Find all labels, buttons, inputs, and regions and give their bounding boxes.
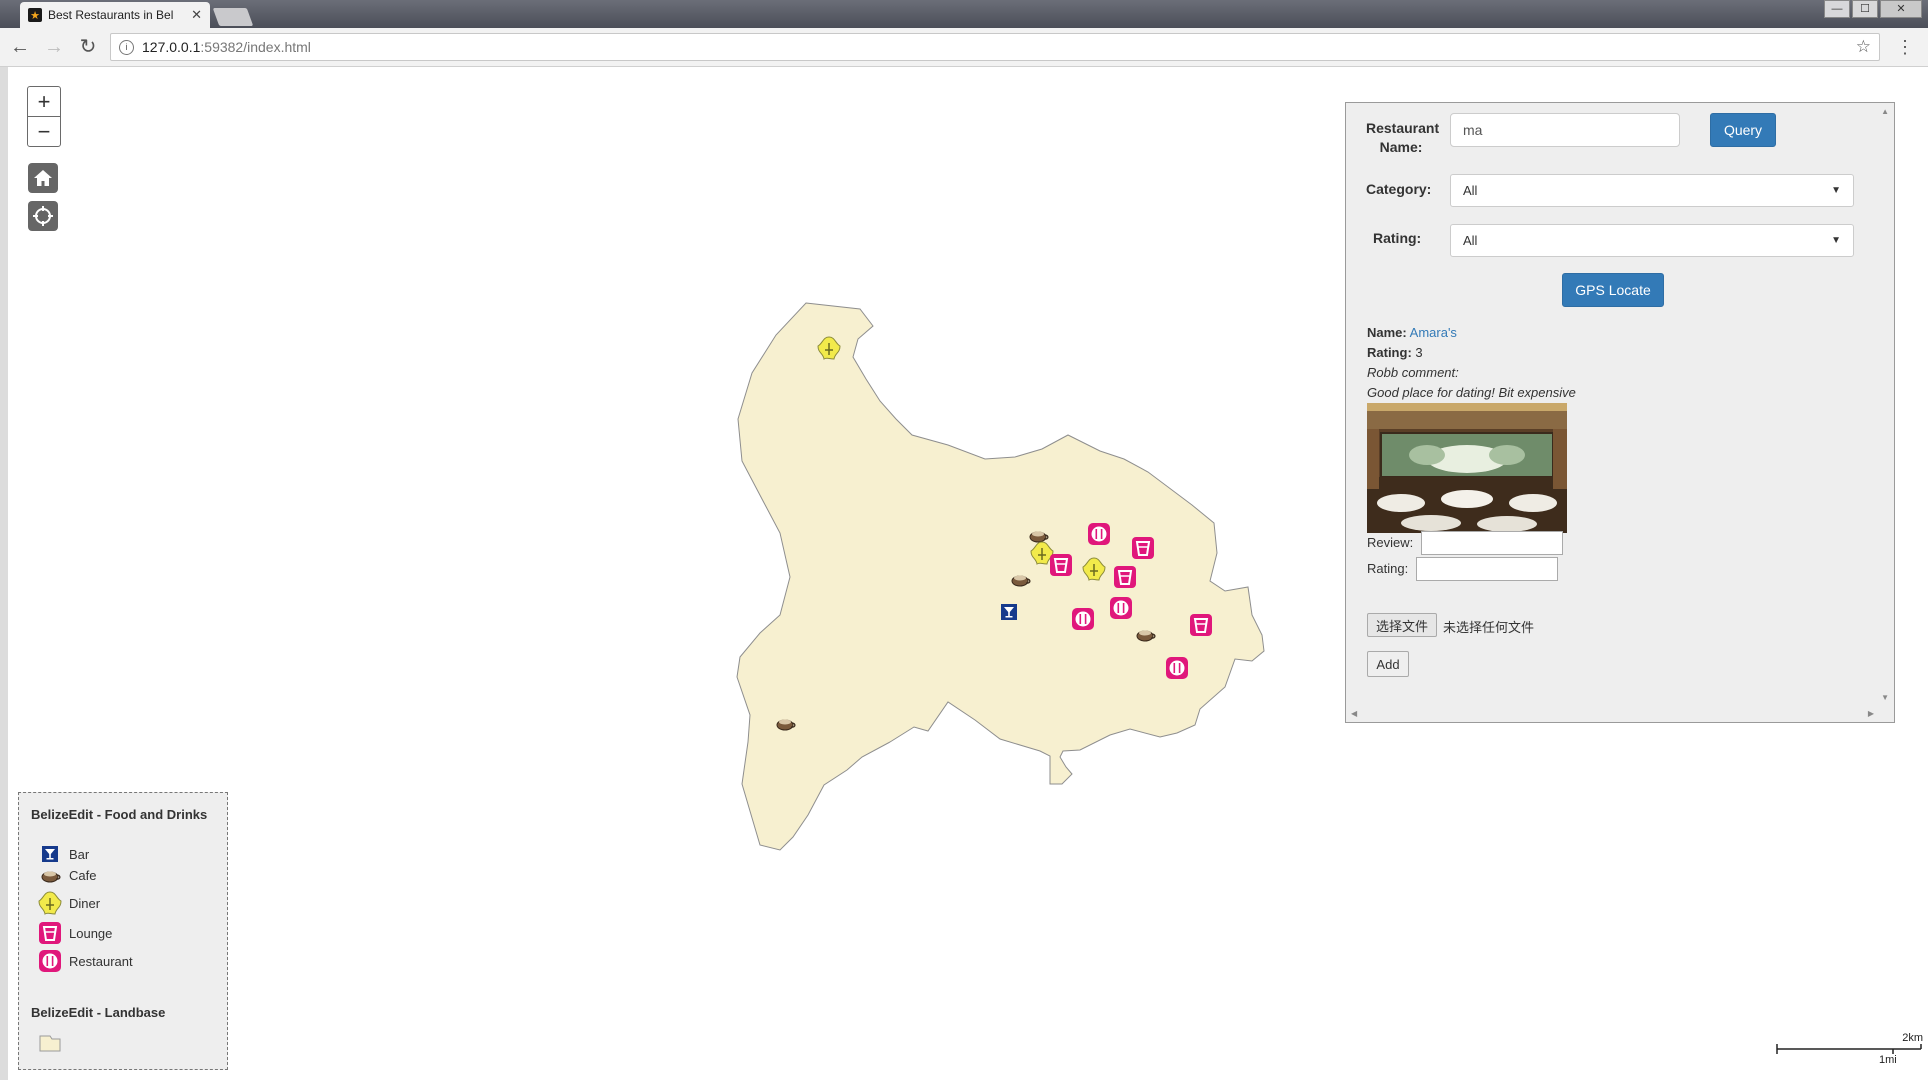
tab-close-icon[interactable]: ✕ — [191, 7, 202, 23]
cafe-pin[interactable] — [1136, 629, 1156, 642]
rating-label: Rating: — [1373, 230, 1422, 246]
diner-pin[interactable] — [1030, 541, 1054, 565]
result-name-link[interactable]: Amara's — [1410, 325, 1457, 340]
browser-tab[interactable]: ★ Best Restaurants in Bel ✕ — [20, 2, 210, 28]
scroll-down-icon[interactable]: ▼ — [1881, 693, 1889, 702]
lounge-pin[interactable] — [1049, 553, 1073, 577]
browser-titlebar: ★ Best Restaurants in Bel ✕ — ☐ ✕ — [0, 0, 1928, 28]
gps-locate-button[interactable]: GPS Locate — [1562, 273, 1664, 307]
browser-toolbar: ← → ↻ i 127.0.0.1 :59382/index.html ☆ ⋮ — [0, 28, 1928, 67]
choose-file-button[interactable]: 选择文件 — [1367, 613, 1438, 637]
result-comment-text: Good place for dating! Bit expensive — [1367, 385, 1576, 400]
legend-item-diner: Diner — [37, 891, 100, 915]
review-input[interactable] — [1421, 531, 1563, 555]
result-comment-author: Robb comment: — [1367, 365, 1459, 380]
minimize-button[interactable]: — — [1824, 0, 1850, 18]
restaurant-pin[interactable] — [1110, 597, 1132, 619]
reload-button[interactable]: ↻ — [74, 33, 102, 61]
restaurant-name-input[interactable] — [1450, 113, 1680, 147]
result-name: Name: Amara's — [1367, 325, 1457, 340]
back-button[interactable]: ← — [6, 33, 34, 61]
add-review-button[interactable]: Add — [1367, 651, 1409, 677]
scroll-up-icon[interactable]: ▲ — [1881, 107, 1889, 116]
scroll-right-icon[interactable]: ▶ — [1868, 709, 1874, 718]
result-rating: Rating: 3 — [1367, 345, 1423, 360]
rating-select[interactable]: All ▼ — [1450, 224, 1854, 257]
query-button[interactable]: Query — [1710, 113, 1776, 147]
maximize-button[interactable]: ☐ — [1852, 0, 1878, 18]
diner-pin[interactable] — [1082, 557, 1106, 581]
review-label: Review: — [1367, 535, 1414, 550]
lounge-pin[interactable] — [1113, 565, 1137, 589]
diner-pin[interactable] — [817, 336, 841, 360]
forward-button[interactable]: → — [40, 33, 68, 61]
tab-favicon-icon: ★ — [28, 8, 42, 22]
url-path: :59382/index.html — [200, 39, 311, 55]
rating-value: All — [1463, 233, 1478, 248]
legend-item-lounge: Lounge — [37, 921, 112, 945]
rating-input-label: Rating: — [1367, 561, 1409, 576]
legend-title-food: BelizeEdit - Food and Drinks — [31, 807, 208, 822]
lounge-pin[interactable] — [1189, 613, 1213, 637]
scale-label-mi: 1mi — [1879, 1054, 1897, 1066]
category-value: All — [1463, 183, 1478, 198]
file-status: 未选择任何文件 — [1443, 620, 1535, 635]
restaurant-pin[interactable] — [1166, 657, 1188, 679]
query-panel: RestaurantName: Query Category: All ▼ Ra… — [1345, 102, 1895, 723]
bar-pin[interactable] — [1001, 604, 1017, 620]
legend-item-bar: Bar — [37, 845, 89, 863]
tab-title: Best Restaurants in Bel — [48, 8, 174, 22]
restaurant-pin[interactable] — [1072, 608, 1094, 630]
cafe-icon — [41, 870, 61, 883]
cafe-pin[interactable] — [776, 718, 796, 731]
restaurant-photo — [1367, 403, 1567, 533]
category-label: Category: — [1366, 181, 1432, 197]
restaurant-icon — [39, 950, 61, 972]
new-tab-button[interactable] — [212, 8, 254, 26]
diner-icon — [38, 891, 62, 915]
legend-item-cafe: Cafe — [37, 866, 96, 884]
bookmark-star-icon[interactable]: ☆ — [1856, 37, 1871, 57]
cafe-pin[interactable] — [1029, 530, 1049, 543]
scroll-left-icon[interactable]: ◀ — [1351, 709, 1357, 718]
legend-item-restaurant: Restaurant — [37, 949, 133, 973]
restaurant-name-label: Restaurant Name: — [1366, 120, 1440, 155]
legend-item-landbase — [37, 1033, 63, 1053]
address-bar[interactable]: i 127.0.0.1 :59382/index.html ☆ — [110, 33, 1880, 61]
restaurant-pin[interactable] — [1088, 523, 1110, 545]
chevron-down-icon: ▼ — [1831, 235, 1841, 246]
chevron-down-icon: ▼ — [1831, 185, 1841, 196]
lounge-pin[interactable] — [1131, 536, 1155, 560]
map-view[interactable]: + − Restaurant Name: ma Query Category: … — [0, 67, 1928, 1080]
lounge-icon — [38, 921, 62, 945]
site-info-icon[interactable]: i — [119, 39, 134, 55]
scale-bar: 2km 1mi — [1775, 1032, 1925, 1072]
rating-input[interactable] — [1416, 557, 1558, 581]
bar-icon — [42, 846, 58, 862]
cafe-pin[interactable] — [1011, 574, 1031, 587]
landbase-swatch-icon — [39, 1035, 61, 1052]
window-controls: — ☐ ✕ — [1824, 0, 1922, 18]
legend-title-landbase: BelizeEdit - Landbase — [31, 1005, 166, 1020]
scale-line — [1776, 1044, 1922, 1054]
map-legend: BelizeEdit - Food and Drinks Bar Cafe Di… — [18, 792, 228, 1070]
url-host: 127.0.0.1 — [142, 39, 201, 55]
window-close-button[interactable]: ✕ — [1880, 0, 1922, 18]
browser-menu-icon[interactable]: ⋮ — [1896, 37, 1914, 58]
category-select[interactable]: All ▼ — [1450, 174, 1854, 207]
